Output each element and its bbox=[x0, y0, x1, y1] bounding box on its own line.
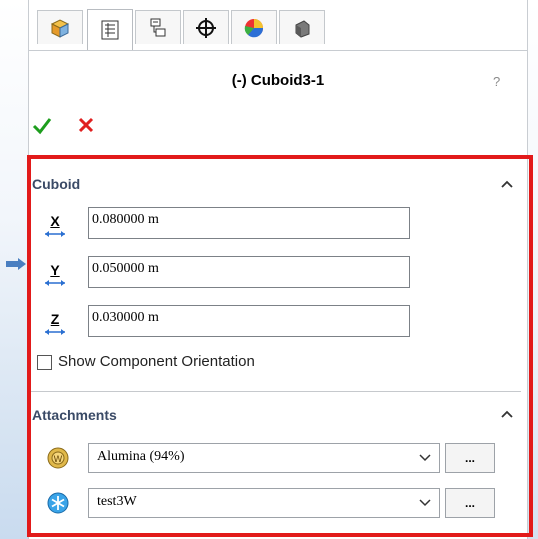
tab-extra[interactable] bbox=[279, 10, 325, 44]
highlight-frame bbox=[27, 155, 533, 537]
feature-title: (-) Cuboid3-1 bbox=[231, 72, 325, 89]
help-icon[interactable]: ? bbox=[493, 74, 500, 89]
tab-configuration-manager[interactable] bbox=[135, 10, 181, 44]
check-icon[interactable] bbox=[31, 114, 53, 136]
tab-display-manager[interactable] bbox=[231, 10, 277, 44]
manager-tabs bbox=[29, 0, 527, 51]
configuration-tree-icon bbox=[150, 18, 166, 36]
property-sheet-icon bbox=[101, 20, 119, 40]
tab-property-manager[interactable] bbox=[87, 9, 133, 50]
cube-feature-icon bbox=[50, 18, 70, 38]
arrow-pointer-icon bbox=[6, 258, 26, 270]
crosshair-icon bbox=[196, 17, 216, 38]
close-icon[interactable] bbox=[77, 116, 95, 134]
component-icon bbox=[295, 19, 310, 38]
tab-feature-manager[interactable] bbox=[37, 10, 83, 44]
appearance-sphere-icon bbox=[244, 18, 264, 37]
tab-dimxpert-manager[interactable] bbox=[183, 10, 229, 44]
